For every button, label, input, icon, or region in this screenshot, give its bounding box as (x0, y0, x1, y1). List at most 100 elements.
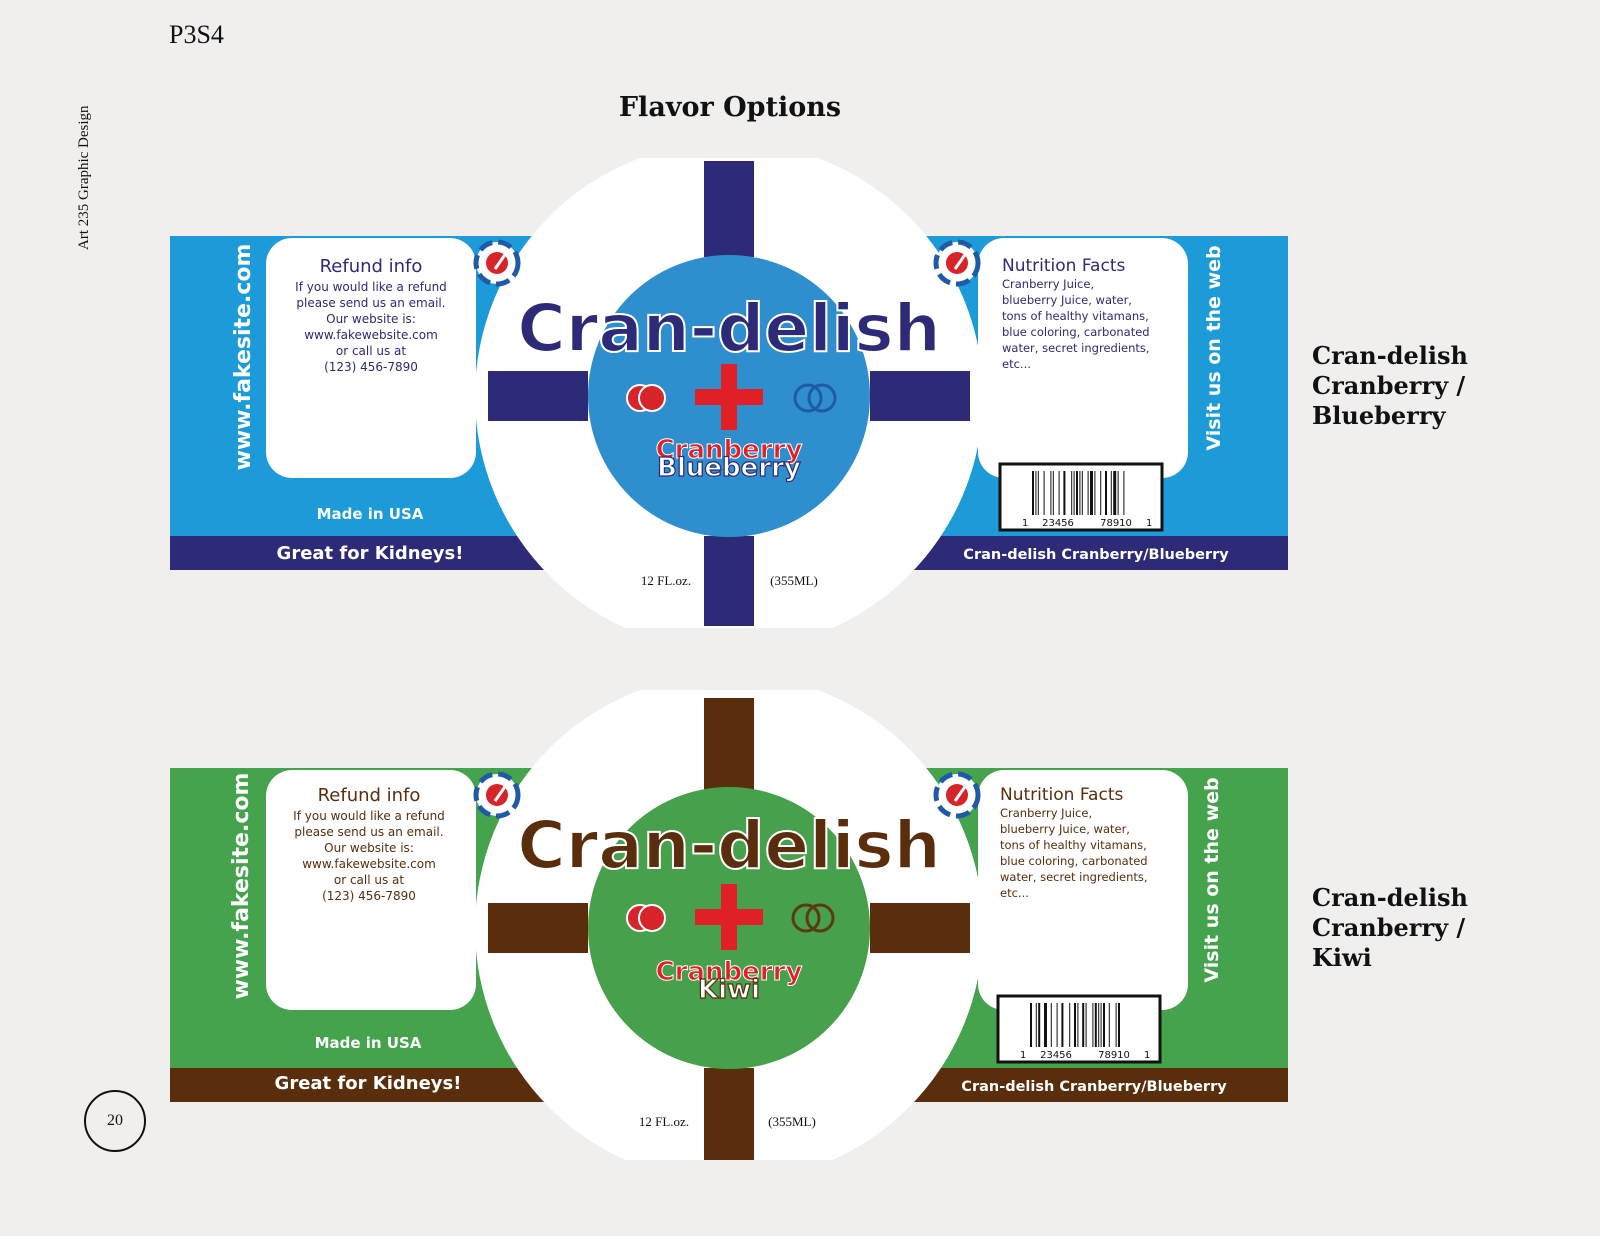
svg-text:blueberry Juice, water,: blueberry Juice, water, (1002, 293, 1132, 307)
cranberry-icon-2 (639, 905, 665, 931)
logo-badge-left (476, 242, 518, 284)
svg-text:1: 1 (1020, 1050, 1026, 1061)
volume-right: (355ML) (770, 573, 818, 588)
label-kiwi: Cran-delish Cranberry Kiwi 12 FL.oz. (35… (170, 690, 1288, 1160)
svg-text:or call us at: or call us at (336, 344, 407, 358)
svg-text:23456: 23456 (1042, 518, 1074, 529)
red-cross-icon-h (695, 389, 763, 405)
side-course-label: Art 235 Graphic Design (76, 70, 98, 250)
brand-name: Cran-delish (517, 807, 940, 884)
barcode-bar (1100, 471, 1101, 515)
barcode-bar (1061, 1003, 1063, 1047)
svg-text:Our website is:: Our website is: (326, 312, 416, 326)
svg-text:78910: 78910 (1098, 1050, 1130, 1061)
barcode-bar (1113, 471, 1116, 515)
caption-kiwi: Cran-delish Cranberry / Kiwi (1312, 883, 1572, 973)
caption-blueberry: Cran-delish Cranberry / Blueberry (1312, 341, 1572, 431)
refund-title: Refund info (320, 256, 423, 277)
barcode-bar (1118, 471, 1119, 515)
caption-line: Cranberry / (1312, 913, 1572, 943)
barcode-bar (1088, 471, 1089, 515)
svg-text:(123) 456-7890: (123) 456-7890 (324, 360, 418, 374)
barcode-bar (1057, 1003, 1058, 1047)
svg-text:If you would like a refund: If you would like a refund (293, 809, 445, 823)
svg-text:Our website is:: Our website is: (324, 841, 414, 855)
barcode-bar (1095, 1003, 1097, 1047)
page-number: 20 (84, 1090, 146, 1152)
slogan: Great for Kidneys! (275, 1073, 462, 1094)
red-cross-icon-h (695, 909, 763, 925)
barcode-bar (1059, 471, 1060, 515)
barcode-bar (1111, 471, 1112, 515)
barcode-bar (1035, 471, 1036, 515)
website-vertical: www.fakesite.com (229, 773, 254, 1000)
barcode-bar (1050, 471, 1051, 515)
svg-text:blue coloring, carbonated: blue coloring, carbonated (1000, 854, 1148, 868)
svg-text:water, secret ingredients,: water, secret ingredients, (1000, 870, 1148, 884)
svg-text:blue coloring, carbonated: blue coloring, carbonated (1002, 325, 1150, 339)
barcode-bar (1109, 1003, 1110, 1047)
barcode-bar (1071, 471, 1072, 515)
cross-right-arm (870, 371, 970, 421)
barcode-bar (1074, 1003, 1076, 1047)
svg-text:tons of healthy vitamans,: tons of healthy vitamans, (1002, 309, 1149, 323)
barcode-bar (1038, 1003, 1040, 1047)
product-bar-text: Cran-delish Cranberry/Blueberry (963, 547, 1229, 563)
svg-text:etc...: etc... (1000, 886, 1029, 900)
logo-badge-left (476, 774, 518, 816)
made-in-usa: Made in USA (317, 505, 424, 523)
barcode-bar (1051, 1003, 1052, 1047)
volume-left: 12 FL.oz. (641, 573, 691, 588)
svg-text:blueberry Juice, water,: blueberry Juice, water, (1000, 822, 1130, 836)
svg-text:1: 1 (1144, 1050, 1150, 1061)
barcode-bar (1092, 1003, 1093, 1047)
svg-text:78910: 78910 (1100, 518, 1132, 529)
barcode-bar (1044, 1003, 1047, 1047)
svg-text:or call us at: or call us at (334, 873, 405, 887)
barcode-bar (1074, 471, 1075, 515)
svg-text:Cranberry Juice,: Cranberry Juice, (1002, 277, 1094, 291)
svg-text:water, secret ingredients,: water, secret ingredients, (1002, 341, 1150, 355)
page-code: P3S4 (169, 20, 224, 50)
barcode: 1 23456 78910 1 (1000, 464, 1162, 530)
barcode-bar (1082, 1003, 1084, 1047)
svg-text:23456: 23456 (1040, 1050, 1072, 1061)
barcode-bar (1123, 471, 1124, 515)
caption-line: Kiwi (1312, 943, 1572, 973)
barcode-bar (1036, 1003, 1037, 1047)
barcode-bar (1094, 471, 1095, 515)
barcode-bar (1038, 471, 1039, 515)
caption-line: Cran-delish (1312, 883, 1572, 913)
svg-text:Cranberry Juice,: Cranberry Juice, (1000, 806, 1092, 820)
flavor-bottom: Kiwi (698, 975, 760, 1005)
label-blueberry: Cran-delish Cranberry Blueberry 12 FL.oz… (170, 158, 1288, 628)
barcode-bar (1105, 471, 1107, 515)
cross-top-arm (704, 698, 754, 794)
barcode-bar (1086, 1003, 1087, 1047)
logo-badge-right (936, 242, 978, 284)
barcode-bar (1118, 1003, 1120, 1047)
svg-text:1: 1 (1146, 518, 1152, 529)
svg-text:please send us an email.: please send us an email. (294, 825, 443, 839)
barcode-bar (1101, 1003, 1102, 1047)
cross-bottom-arm (704, 1068, 754, 1160)
barcode-bar (1076, 471, 1078, 515)
barcode-bar (1053, 471, 1054, 515)
barcode-bar (1030, 1003, 1032, 1047)
label-blueberry-artwork: Cran-delish Cranberry Blueberry 12 FL.oz… (170, 158, 1288, 628)
barcode-bar (1090, 471, 1093, 515)
barcode-bar (1063, 471, 1065, 515)
volume-right: (355ML) (768, 1114, 816, 1129)
svg-text:tons of healthy vitamans,: tons of healthy vitamans, (1000, 838, 1147, 852)
product-bar-text: Cran-delish Cranberry/Blueberry (961, 1079, 1227, 1095)
svg-text:If you would like a refund: If you would like a refund (295, 280, 447, 294)
website-vertical: www.fakesite.com (231, 244, 256, 471)
slogan: Great for Kidneys! (277, 543, 464, 564)
cross-right-arm (870, 903, 970, 953)
barcode-bar (1098, 1003, 1099, 1047)
cross-left-arm (488, 903, 588, 953)
barcode-bar (1077, 1003, 1078, 1047)
label-kiwi-artwork: Cran-delish Cranberry Kiwi 12 FL.oz. (35… (170, 690, 1288, 1160)
svg-text:www.fakewebsite.com: www.fakewebsite.com (302, 857, 436, 871)
page-title: Flavor Options (560, 92, 900, 123)
